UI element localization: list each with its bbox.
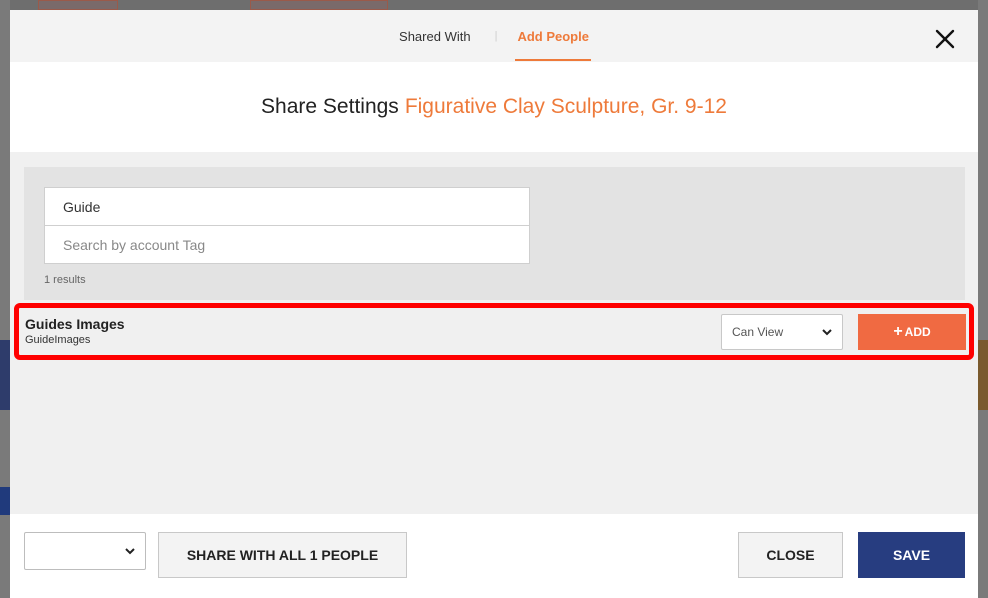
title-prefix: Share Settings (261, 95, 399, 118)
backdrop-image-fragment (0, 340, 10, 410)
tab-add-people[interactable]: Add People (515, 10, 591, 62)
tab-bar: Shared With | Add People (10, 10, 978, 62)
result-row: Guides Images GuideImages Can View + ADD (14, 303, 974, 360)
plus-icon: + (893, 323, 903, 340)
page-title: Share Settings Figurative Clay Sculpture… (10, 62, 978, 152)
result-tag: GuideImages (25, 334, 91, 346)
add-button-label: ADD (904, 325, 931, 339)
share-with-all-button[interactable]: SHARE WITH ALL 1 PEOPLE (158, 532, 407, 578)
results-count: 1 results (44, 274, 86, 286)
backdrop-tab-fragment (38, 0, 118, 10)
backdrop-right-edge (978, 0, 988, 598)
backdrop-image-fragment (978, 340, 988, 410)
share-settings-modal: Shared With | Add People Share Settings … (10, 10, 978, 598)
permission-select-value: Can View (732, 325, 784, 339)
backdrop-image-fragment (0, 487, 10, 515)
modal-header: Shared With | Add People (10, 10, 978, 62)
close-button[interactable]: CLOSE (738, 532, 843, 578)
modal-body: 1 results Guides Images GuideImages Can … (10, 152, 978, 514)
close-icon[interactable] (934, 28, 956, 50)
bulk-permission-select[interactable] (24, 532, 146, 570)
title-item-name: Figurative Clay Sculpture, Gr. 9-12 (404, 95, 727, 118)
search-panel: 1 results (24, 167, 965, 300)
add-button[interactable]: + ADD (858, 314, 966, 350)
tab-separator: | (494, 30, 498, 42)
chevron-down-icon (125, 548, 135, 555)
account-tag-search-input[interactable] (44, 225, 530, 264)
tab-shared-with[interactable]: Shared With (397, 10, 473, 62)
search-input[interactable] (44, 187, 530, 226)
permission-select[interactable]: Can View (721, 314, 843, 350)
backdrop-tab-fragment (250, 0, 388, 10)
result-name: Guides Images (25, 316, 125, 332)
chevron-down-icon (822, 329, 832, 336)
save-button[interactable]: SAVE (858, 532, 965, 578)
modal-footer: SHARE WITH ALL 1 PEOPLE CLOSE SAVE (10, 514, 978, 598)
